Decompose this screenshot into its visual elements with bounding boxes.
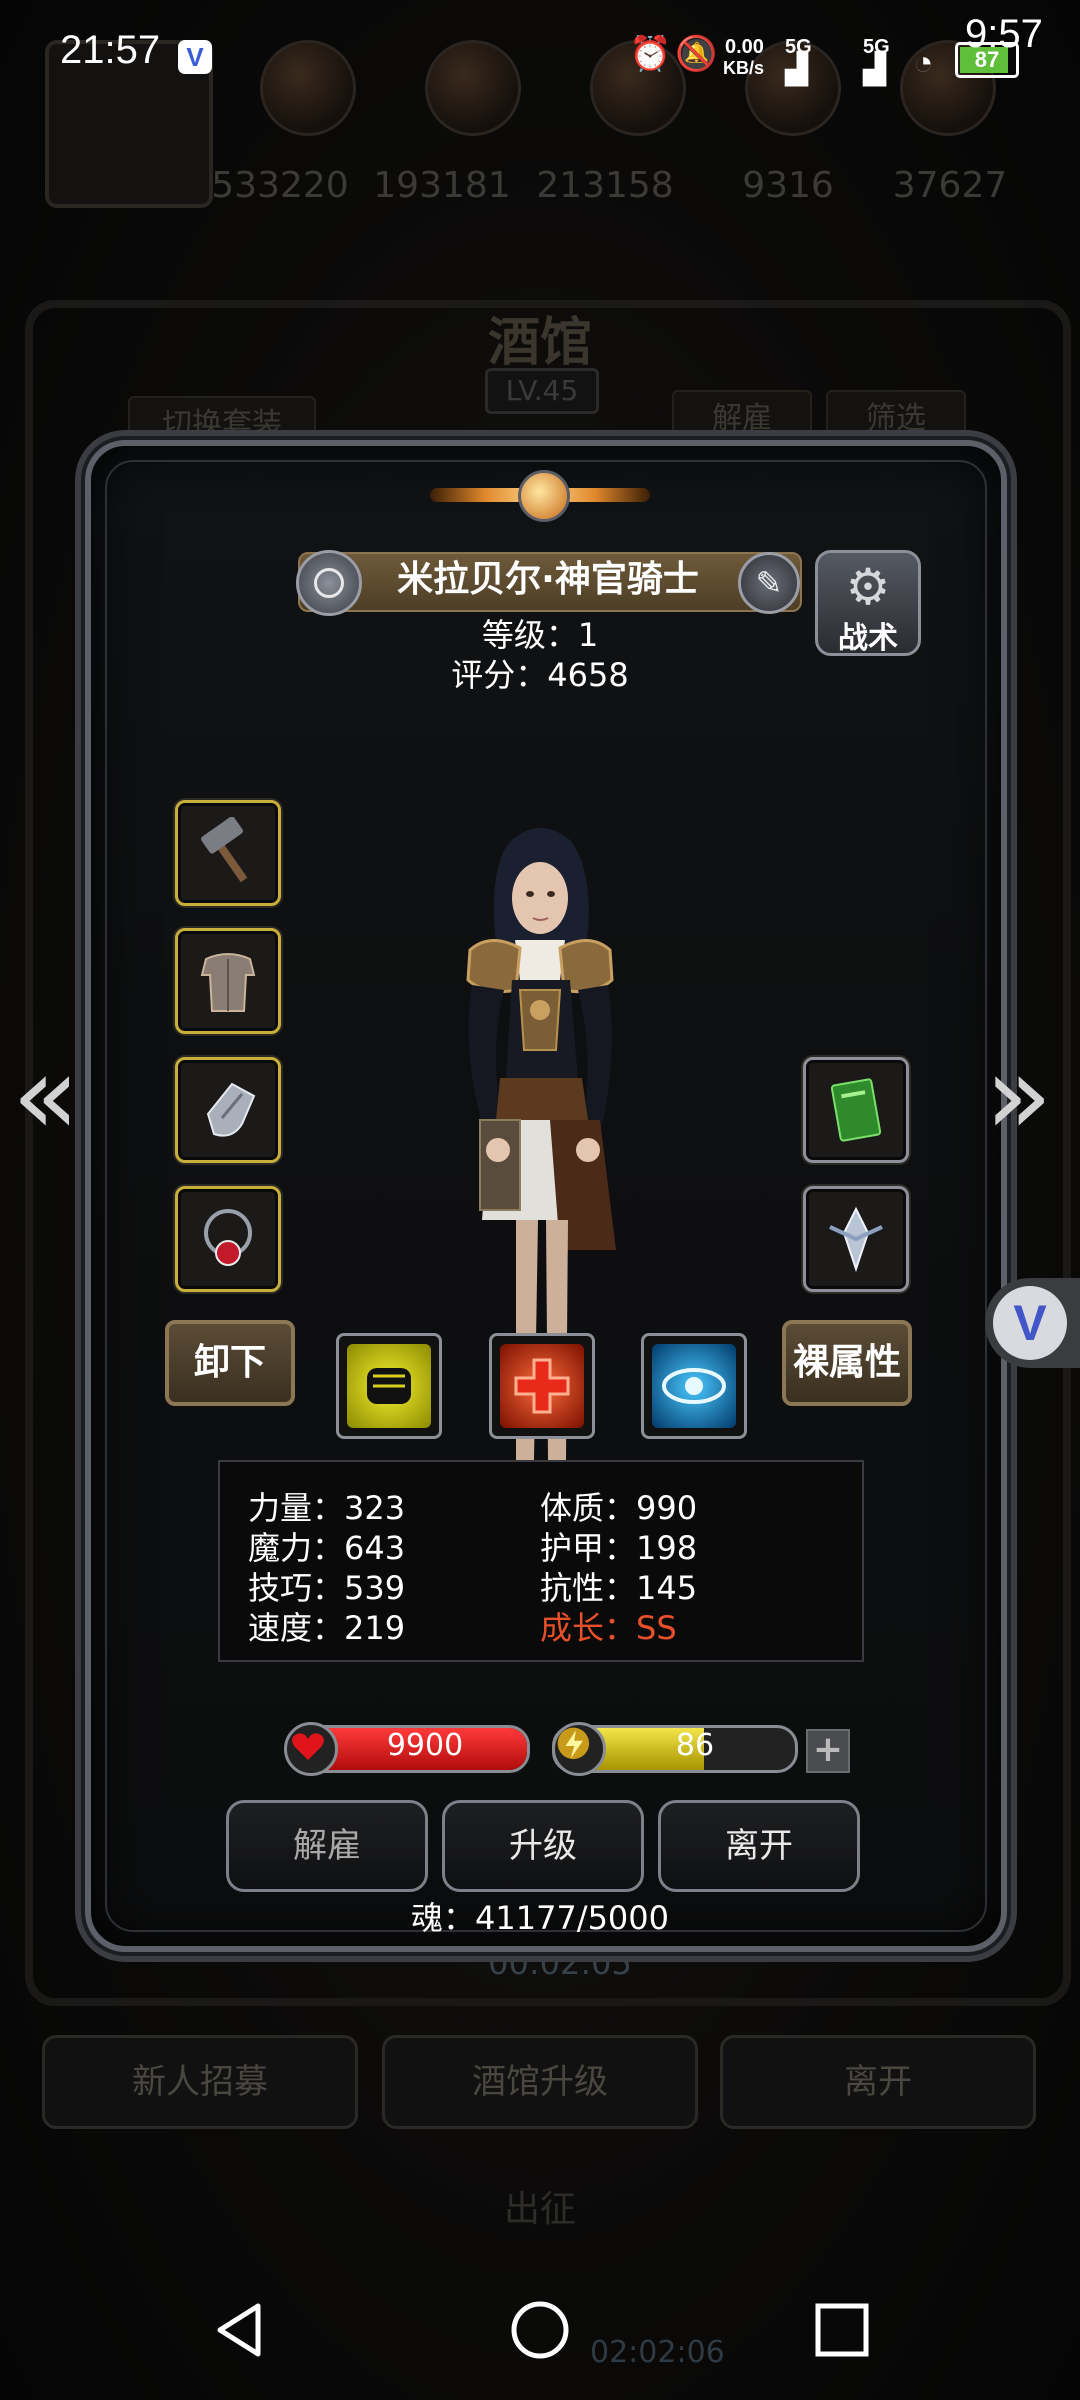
unequip-button[interactable]: 卸下 (165, 1320, 295, 1406)
armor-icon (200, 953, 256, 1012)
skill-slot-3[interactable] (641, 1333, 747, 1439)
gloves-slot[interactable] (175, 1057, 281, 1163)
resource-value: 37627 (892, 165, 1008, 206)
stat-growth: 成长：SS (540, 1609, 677, 1647)
sortie-label: 出征 (503, 2189, 576, 2230)
skill-slot-2[interactable] (489, 1333, 595, 1439)
net-speed-unit: KB/s (723, 58, 765, 78)
energy-value: 86 (675, 1728, 715, 1763)
edit-name-icon[interactable] (738, 552, 800, 614)
book-slot[interactable] (803, 1057, 909, 1163)
tavern-upgrade-button: 酒馆升级 (382, 2035, 698, 2129)
status-time-overlay: 9:57 (965, 12, 1043, 56)
lightning-icon (552, 1722, 606, 1776)
bg-leave-button: 离开 (720, 2035, 1036, 2129)
crest-icon (829, 1206, 883, 1273)
home-icon[interactable] (510, 2300, 570, 2360)
next-hero-arrow-icon[interactable]: » (985, 1040, 1052, 1150)
floating-assistant-button[interactable] (985, 1278, 1080, 1368)
recents-icon[interactable] (812, 2300, 872, 2360)
leave-button[interactable]: 离开 (658, 1800, 860, 1892)
gauntlet-icon (206, 1082, 256, 1137)
resource-value: 193181 (373, 165, 511, 206)
amulet-slot[interactable] (175, 1186, 281, 1292)
recruit-button: 新人招募 (42, 2035, 358, 2129)
signal-bars-icon: ▟ (785, 53, 809, 86)
hp-value: 9900 (386, 1728, 464, 1763)
soul-counter: 魂：41177/5000 (410, 1899, 670, 1937)
resource-value: 9316 (742, 165, 834, 206)
armor-slot[interactable] (175, 928, 281, 1034)
dismiss-button[interactable]: 解雇 (226, 1800, 428, 1892)
back-icon[interactable] (210, 2300, 270, 2360)
net-speed-value: 0.00 (725, 36, 764, 58)
gear-icon: ⚙ (845, 558, 891, 616)
eye-icon (652, 1344, 736, 1428)
heal-cross-icon (500, 1344, 584, 1428)
base-attributes-button[interactable]: 裸属性 (782, 1320, 912, 1406)
previous-hero-arrow-icon[interactable]: « (12, 1040, 79, 1150)
hero-name: 米拉贝尔·神官骑士 (397, 559, 699, 600)
resource-value: 213158 (536, 165, 674, 206)
stat-speed: 速度：219 (248, 1609, 406, 1647)
tavern-title: 酒馆 (487, 312, 592, 373)
system-navigation-bar (0, 2260, 1080, 2400)
mute-icon: 🔕 (675, 35, 718, 73)
status-time: 21:57 (60, 28, 161, 72)
skill-slot-1[interactable] (336, 1333, 442, 1439)
crest-slot[interactable] (803, 1186, 909, 1292)
resource-value: 533220 (211, 165, 349, 206)
fist-icon (347, 1344, 431, 1428)
weapon-slot[interactable] (175, 800, 281, 906)
alarm-icon: ⏰ (629, 35, 672, 73)
hammer-icon (201, 817, 248, 883)
app-notification-icon (178, 40, 212, 74)
assistant-logo-icon (993, 1286, 1067, 1360)
dialog-emblem (430, 450, 650, 540)
signal-bars-icon-2: ▟ (863, 53, 887, 86)
upgrade-button[interactable]: 升级 (442, 1800, 644, 1892)
moon-emblem-icon (518, 470, 570, 522)
amulet-icon (204, 1209, 252, 1266)
wifi-icon: ◔ (913, 44, 934, 82)
spellbook-icon (830, 1078, 882, 1142)
tavern-level: LV.45 (485, 368, 599, 414)
hero-score: 评分：4658 (451, 656, 629, 694)
add-energy-button[interactable]: + (806, 1729, 850, 1773)
